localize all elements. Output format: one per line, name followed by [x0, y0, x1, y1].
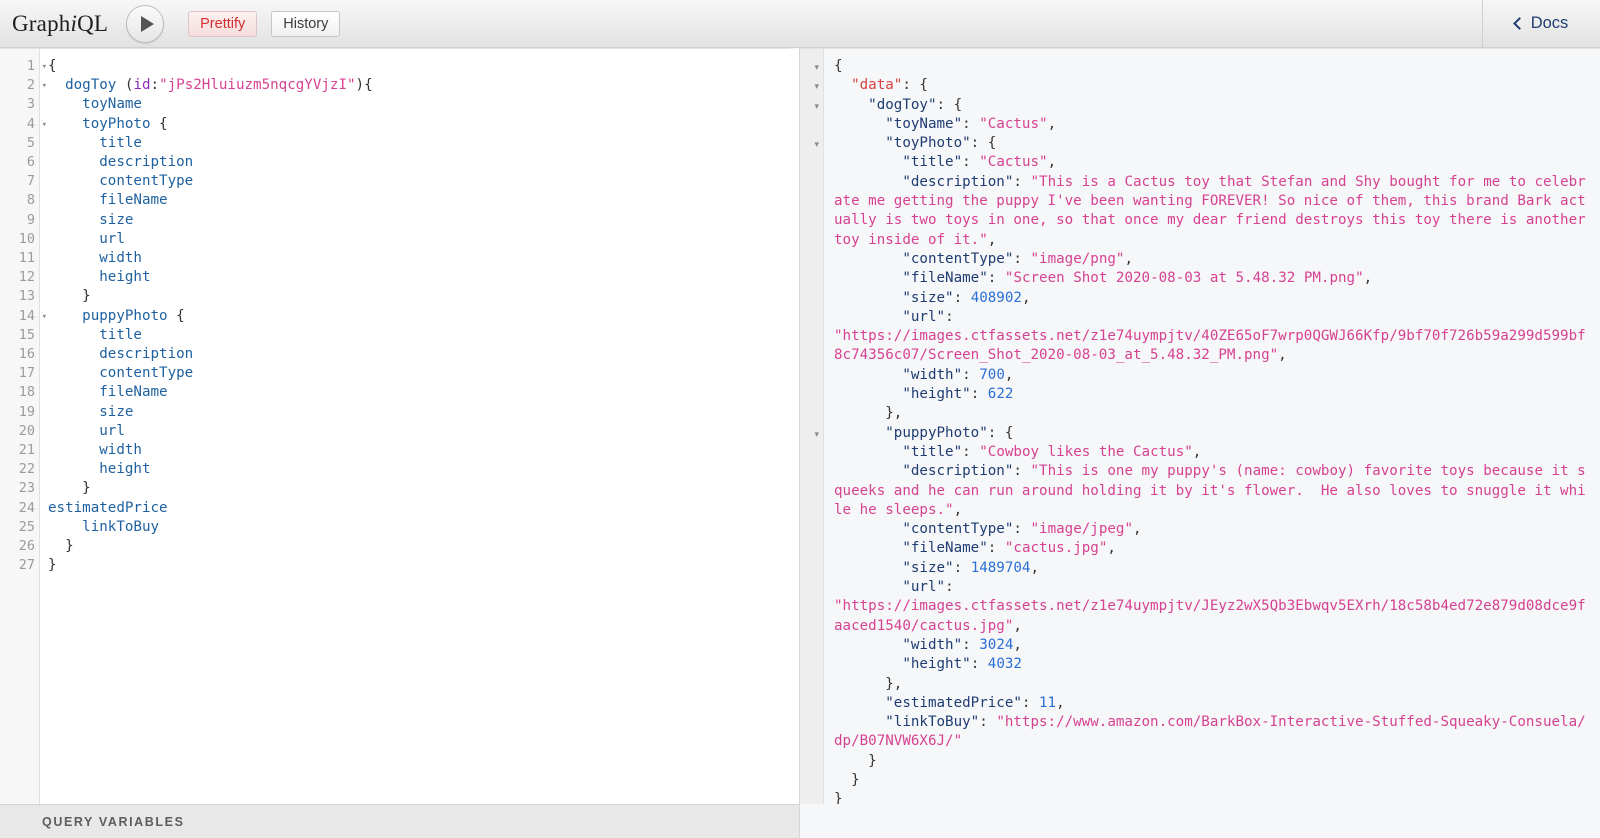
- query-variables-label: QUERY VARIABLES: [42, 814, 185, 829]
- editor-area: 1 ▾ 2 ▾ 3 4 ▾ 5 6 7 8 9 10 11 12 13 14 ▾ 15 16 17 18 19 20 21 22 2…: [0, 48, 1600, 838]
- line-number: 23: [18, 480, 35, 497]
- line-number: 21: [18, 442, 35, 459]
- line-number: 1 ▾: [0, 57, 47, 76]
- query-line: url: [99, 422, 125, 439]
- fold-arrow-icon[interactable]: ▾: [42, 58, 47, 77]
- query-line: description: [99, 154, 194, 171]
- line-number: 5: [26, 134, 35, 151]
- prettify-button[interactable]: Prettify: [188, 10, 258, 37]
- result-pane: ▾ ▾ ▾ ▾ ▾ { "data": { "dogToy": { "toyName":…: [800, 48, 1600, 838]
- line-number: 10: [18, 230, 35, 247]
- line-number: 13: [18, 288, 35, 305]
- fold-arrow-icon[interactable]: ▾: [814, 429, 819, 439]
- fold-arrow-icon[interactable]: ▾: [42, 116, 47, 135]
- query-line: {: [48, 58, 57, 74]
- line-number: 15: [18, 326, 35, 343]
- query-line: width: [99, 442, 142, 459]
- query-line: url: [99, 230, 125, 247]
- query-line: contentType: [99, 173, 194, 190]
- toolbar: GraphiQL Prettify History Docs: [0, 0, 1600, 48]
- query-line: width: [99, 250, 142, 267]
- query-editor[interactable]: 1 ▾ 2 ▾ 3 4 ▾ 5 6 7 8 9 10 11 12 13 14 ▾ 15 16 17 18 19 20 21 22 2…: [0, 48, 799, 804]
- query-line: puppyPhoto {: [82, 307, 185, 324]
- query-line: title: [99, 134, 142, 151]
- line-number: 20: [18, 422, 35, 439]
- line-number: 12: [18, 269, 35, 286]
- fold-arrow-icon[interactable]: ▾: [42, 77, 47, 96]
- prettify-label: Prettify: [200, 15, 246, 32]
- line-number: 14 ▾: [0, 307, 47, 326]
- query-line: linkToBuy: [82, 518, 160, 535]
- line-number: 25: [18, 518, 35, 535]
- execute-query-button[interactable]: [126, 4, 165, 43]
- query-line: toyName: [82, 96, 142, 113]
- line-number: 11: [18, 250, 35, 267]
- history-label: History: [283, 15, 329, 32]
- line-number: 2 ▾: [0, 76, 47, 95]
- line-number: 4 ▾: [0, 115, 47, 134]
- query-pane: 1 ▾ 2 ▾ 3 4 ▾ 5 6 7 8 9 10 11 12 13 14 ▾ 15 16 17 18 19 20 21 22 2…: [0, 48, 800, 838]
- docs-label: Docs: [1530, 14, 1569, 32]
- docs-label-wrap: Docs: [1512, 14, 1569, 33]
- line-number: 3: [26, 96, 35, 113]
- fold-arrow-icon[interactable]: ▾: [814, 82, 819, 91]
- query-line: height: [99, 269, 151, 286]
- query-variables-bar[interactable]: QUERY VARIABLES: [0, 804, 799, 838]
- query-line: }: [65, 538, 74, 555]
- fold-arrow-icon[interactable]: ▾: [814, 63, 819, 72]
- line-number: 9: [26, 211, 35, 228]
- line-number: 18: [18, 384, 35, 401]
- query-line: title: [99, 326, 142, 343]
- query-line: description: [99, 346, 194, 363]
- query-line: contentType: [99, 365, 194, 382]
- line-number: 17: [18, 365, 35, 382]
- fold-arrow-icon[interactable]: ▾: [42, 308, 47, 327]
- fold-arrow-icon[interactable]: ▾: [814, 140, 819, 149]
- query-line: dogToy (id:"jPs2Hluiuzm5nqcgYVjzI"){: [65, 77, 373, 94]
- query-line: fileName: [99, 384, 168, 401]
- result-fold-gutter[interactable]: ▾ ▾ ▾ ▾ ▾: [800, 49, 824, 804]
- query-line: height: [99, 461, 151, 478]
- line-number: 27: [18, 557, 35, 574]
- result-viewer[interactable]: ▾ ▾ ▾ ▾ ▾ { "data": { "dogToy": { "toyName":…: [800, 48, 1600, 804]
- query-line-number-gutter: 1 ▾ 2 ▾ 3 4 ▾ 5 6 7 8 9 10 11 12 13 14 ▾ 15 16 17 18 19 20 21 22 2…: [0, 49, 47, 804]
- query-line: fileName: [99, 192, 168, 209]
- line-number: 6: [26, 154, 35, 171]
- line-number: 19: [18, 403, 35, 420]
- play-icon: [140, 15, 154, 32]
- line-number: 8: [26, 192, 35, 209]
- line-number: 24: [18, 499, 35, 516]
- graphiql-app: GraphiQL Prettify History Docs 1 ▾ 2 ▾ 3 4 ▾ 5 6…: [0, 0, 1600, 838]
- logo-text-ql: QL: [77, 10, 109, 36]
- query-line: }: [82, 288, 91, 305]
- result-json-text: { "data": { "dogToy": { "toyName": "Cact…: [834, 58, 1595, 804]
- line-number: 22: [18, 461, 35, 478]
- line-number: 26: [18, 538, 35, 555]
- app-logo: GraphiQL: [12, 11, 108, 37]
- chevron-left-icon: [1512, 16, 1526, 30]
- query-line: toyPhoto {: [82, 115, 168, 132]
- line-number: 16: [18, 346, 35, 363]
- query-line: }: [82, 480, 91, 497]
- query-line: }: [48, 557, 57, 574]
- query-line: size: [99, 403, 134, 420]
- query-line: size: [99, 211, 134, 228]
- docs-button[interactable]: Docs: [1482, 0, 1600, 47]
- history-button[interactable]: History: [271, 10, 341, 37]
- line-number: 7: [26, 173, 35, 190]
- query-line: estimatedPrice: [48, 499, 168, 516]
- logo-text-graph: Graph: [12, 10, 71, 36]
- result-bottom-spacer: [800, 804, 1600, 838]
- fold-arrow-icon[interactable]: ▾: [814, 101, 819, 111]
- query-code-text[interactable]: { dogToy (id:"jPs2Hluiuzm5nqcgYVjzI"){ t…: [40, 49, 787, 804]
